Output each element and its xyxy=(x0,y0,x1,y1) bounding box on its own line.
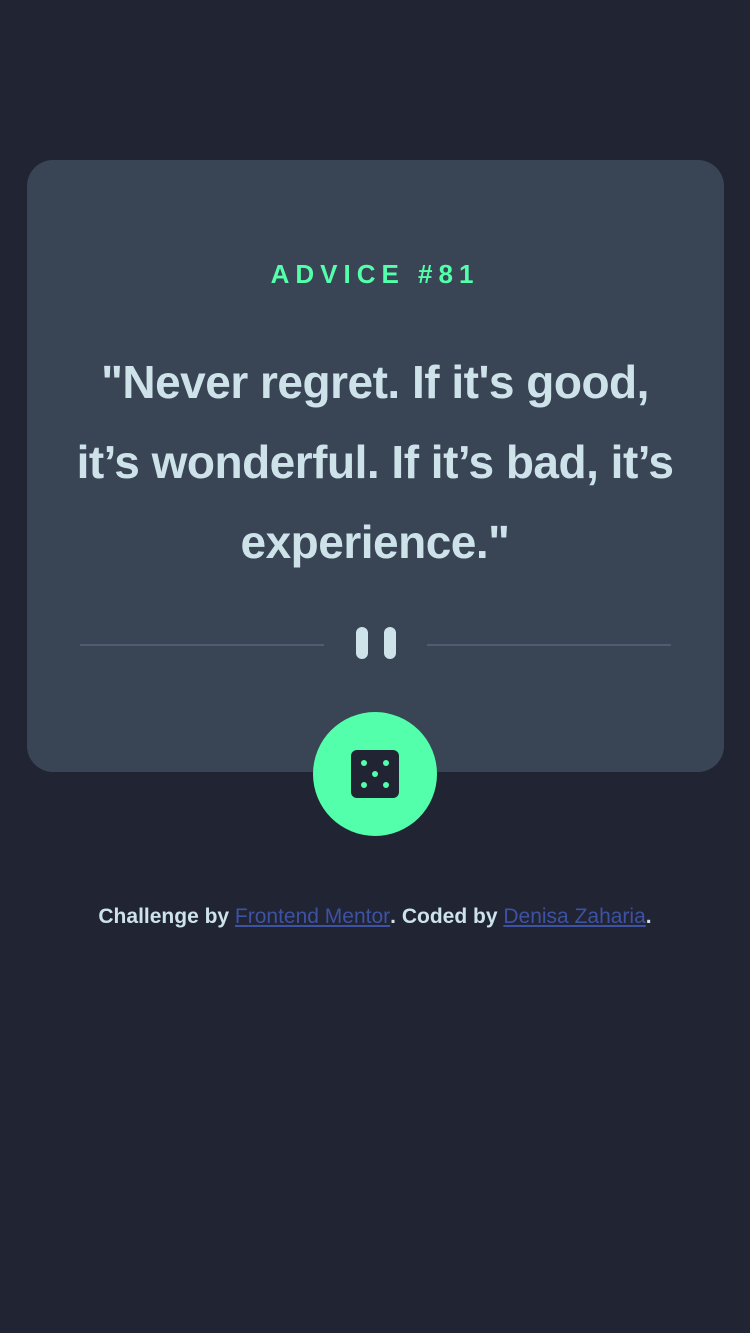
attribution-prefix: Challenge by xyxy=(98,905,235,928)
new-advice-button[interactable] xyxy=(313,712,437,836)
attribution-coded-by: . Coded by xyxy=(390,905,504,928)
author-link[interactable]: Denisa Zaharia xyxy=(503,905,645,928)
attribution: Challenge by Frontend Mentor. Coded by D… xyxy=(0,902,750,932)
advice-quote: "Never regret. If it's good, it’s wonder… xyxy=(76,356,674,568)
advice-number: ADVICE #81 xyxy=(270,259,480,289)
divider-line-right xyxy=(427,644,671,646)
frontend-mentor-link[interactable]: Frontend Mentor xyxy=(235,905,390,928)
dice-icon xyxy=(351,750,399,798)
pattern-divider xyxy=(80,627,671,661)
attribution-suffix: . xyxy=(645,905,652,928)
pause-icon xyxy=(356,627,396,661)
divider-line-left xyxy=(80,644,324,646)
